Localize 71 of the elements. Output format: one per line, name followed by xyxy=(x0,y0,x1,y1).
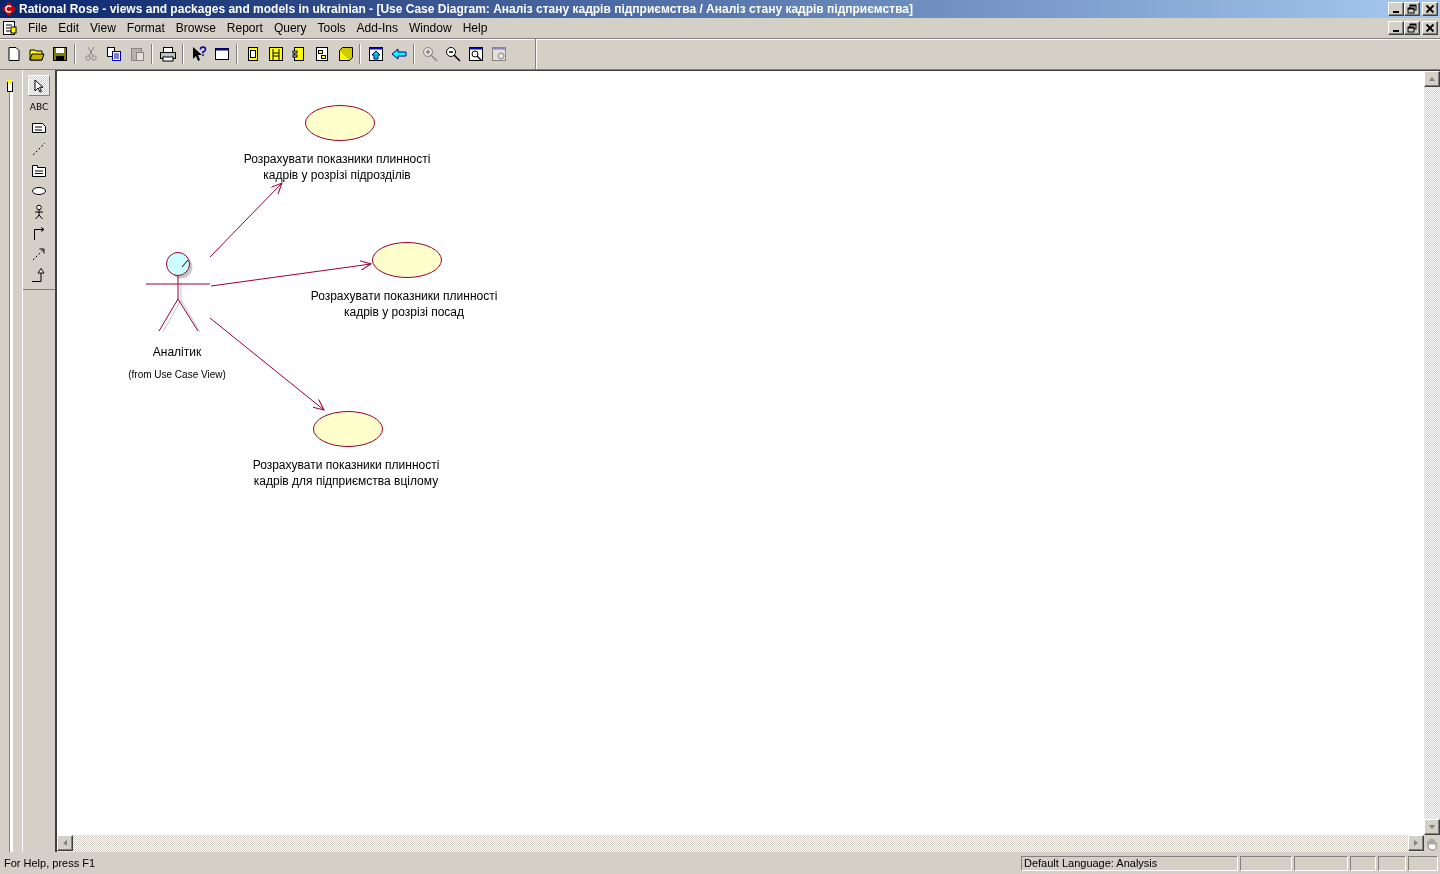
diagram-icon xyxy=(290,46,307,62)
restore-button[interactable] xyxy=(1404,2,1420,16)
use-case-ellipse xyxy=(305,105,375,141)
clipboard-icon xyxy=(128,46,145,62)
horizontal-scrollbar[interactable] xyxy=(57,835,1424,852)
copy-icon xyxy=(105,46,122,62)
dashed-line-icon xyxy=(31,140,47,157)
status-panel xyxy=(1350,855,1376,871)
close-button[interactable] xyxy=(1422,21,1438,35)
new-file-icon xyxy=(5,46,22,62)
scroll-down-button[interactable] xyxy=(1424,819,1440,835)
status-panel xyxy=(1240,855,1292,871)
menu-item[interactable]: Edit xyxy=(52,20,85,36)
menu-item[interactable]: Add-Ins xyxy=(350,20,403,36)
minimize-button[interactable] xyxy=(1388,2,1404,16)
actor-origin: (from Use Case View) xyxy=(128,369,226,380)
pointer-question-icon xyxy=(190,46,207,62)
use-case-label: Розрахувати показники плинності кадрів у розрізі посад xyxy=(310,289,498,319)
close-icon xyxy=(1425,23,1435,33)
inheritance-arrow-icon xyxy=(31,266,47,283)
text-tool[interactable]: ABC xyxy=(28,96,50,117)
printer-icon xyxy=(159,46,176,62)
close-icon xyxy=(1425,4,1435,14)
menu-item[interactable]: View xyxy=(84,20,121,36)
diagram-icon xyxy=(267,46,284,62)
minimize-icon xyxy=(1393,30,1399,32)
vertical-scrollbar[interactable] xyxy=(1424,71,1440,835)
menu-item[interactable]: Report xyxy=(220,20,268,36)
menu-item[interactable]: Tools xyxy=(311,20,351,36)
menu-item[interactable]: Browse xyxy=(169,20,221,36)
close-button[interactable] xyxy=(1422,2,1438,16)
menu-item[interactable]: Help xyxy=(456,20,493,36)
left-arrow-icon xyxy=(390,46,407,62)
app-logo-icon xyxy=(2,2,16,16)
actor-name: Аналітик xyxy=(152,345,202,359)
window-icon xyxy=(213,46,230,62)
status-panel xyxy=(1294,855,1348,871)
zoom-out-icon xyxy=(444,46,461,62)
palette-tool[interactable] xyxy=(28,75,50,96)
scroll-left-button[interactable] xyxy=(57,835,73,851)
minimize-button[interactable] xyxy=(1388,21,1404,35)
menu-item[interactable]: Query xyxy=(267,20,312,36)
use-case-ellipse xyxy=(372,242,442,278)
use-case-label: Розрахувати показники плинності кадрів у розрізі підрозділів xyxy=(243,152,431,182)
dashed-arrow-icon xyxy=(31,245,47,262)
status-help-text: For Help, press F1 xyxy=(4,857,97,869)
minimize-icon xyxy=(1393,11,1399,13)
menu-item[interactable]: Format xyxy=(120,20,170,36)
folder-icon[interactable] xyxy=(7,80,13,92)
corner-arrow-icon xyxy=(31,224,47,241)
restore-icon xyxy=(1407,23,1417,33)
menu-item[interactable]: File xyxy=(22,20,53,36)
diagram-icon xyxy=(313,46,330,62)
status-panel xyxy=(1408,855,1438,871)
scroll-up-button[interactable] xyxy=(1424,71,1440,87)
fit-window-icon xyxy=(467,46,484,62)
document-icon[interactable] xyxy=(2,20,18,36)
undo-fit-icon xyxy=(490,46,507,62)
restore-button[interactable] xyxy=(1404,21,1420,35)
use-case-label: Розрахувати показники плинності кадрів для підприємства вцілому xyxy=(252,458,440,488)
diagram-icon xyxy=(336,46,353,62)
window-title: Rational Rose - views and packages and models in ukrainian - [Use Case Diagram: Аналіз стану кадрів підприємства / Аналіз стану кадрів підприємства] xyxy=(19,2,915,16)
open-folder-icon xyxy=(28,46,45,62)
use-case-ellipse xyxy=(313,411,383,447)
scroll-right-button[interactable] xyxy=(1408,835,1424,851)
zoom-in-icon xyxy=(421,46,438,62)
scissors-icon xyxy=(82,46,99,62)
restore-icon xyxy=(1407,4,1417,14)
menu-item[interactable]: Window xyxy=(402,20,457,36)
status-language: Default Language: Analysis xyxy=(1021,855,1238,871)
status-panel xyxy=(1378,855,1406,871)
